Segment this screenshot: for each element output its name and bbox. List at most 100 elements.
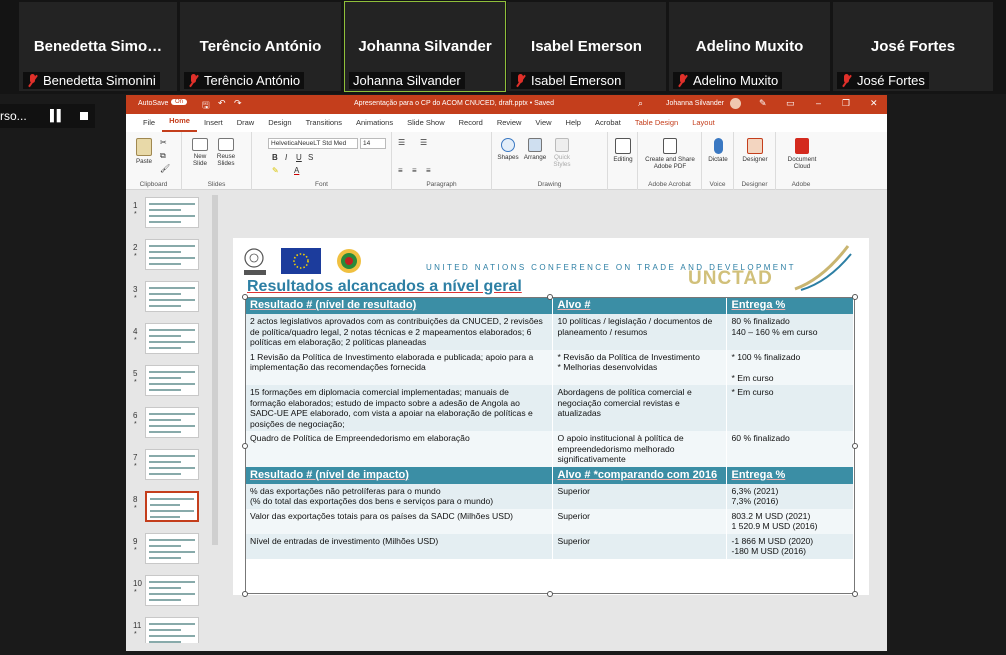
minimize-icon[interactable]: – [816,98,821,108]
participant-name: José Fortes [857,73,925,88]
align-left-icon[interactable]: ≡ [398,166,403,175]
paste-button[interactable]: Paste [132,138,156,165]
user-name[interactable]: Johanna Silvander [666,100,724,107]
font-name-select[interactable]: HelveticaNeueLT Std Med [268,138,358,149]
search-icon[interactable]: ⌕ [638,98,643,109]
pen-icon[interactable]: ✎ [759,98,767,109]
font-color-icon[interactable]: A [294,166,299,175]
bold-icon[interactable]: B [272,153,278,162]
thumbnail-scrollbar[interactable] [212,195,218,545]
group-slides: New Slide Reuse Slides Slides [182,132,252,190]
resize-handle[interactable] [242,294,248,300]
copy-icon[interactable]: ⧉ [160,151,166,161]
designer-button[interactable]: Designer [737,138,773,163]
numbering-icon[interactable]: ☰ [420,138,427,147]
align-center-icon[interactable]: ≡ [412,166,417,175]
slide-thumbnail[interactable] [145,365,199,396]
slide-thumbnail[interactable] [145,407,199,438]
thumbnail-line [149,341,195,343]
stop-icon[interactable] [79,112,88,120]
animation-star-icon: * [134,211,137,218]
close-icon[interactable]: ✕ [870,98,878,109]
font-size-select[interactable]: 14 [360,138,386,149]
tab-slide-show[interactable]: Slide Show [400,118,452,132]
slide-thumbnail[interactable] [145,281,199,312]
pause-icon[interactable]: ▌▌ [50,110,65,122]
participant-tile[interactable]: Terêncio António Terêncio António [180,2,341,91]
tab-file[interactable]: File [136,118,162,132]
slide-thumbnail[interactable] [145,491,199,522]
thumbnail-line [149,287,195,289]
participant-display-name: Johanna Silvander [358,38,492,55]
tab-insert[interactable]: Insert [197,118,230,132]
slide-thumbnail[interactable] [145,323,199,354]
participant-tile[interactable]: Johanna Silvander Johanna Silvander [344,1,506,92]
slide-thumbnail[interactable] [145,239,199,270]
resize-handle[interactable] [547,294,553,300]
shadow-icon[interactable]: S [308,153,313,162]
thumbnail-line [149,293,181,295]
tab-draw[interactable]: Draw [230,118,262,132]
participant-tile[interactable]: Benedetta Simo… Benedetta Simonini [19,2,177,91]
quick-styles-button[interactable]: Quick Styles [550,138,574,168]
participant-name: Adelino Muxito [693,73,779,88]
animation-star-icon: * [134,505,137,512]
align-right-icon[interactable]: ≡ [426,166,431,175]
animation-star-icon: * [134,421,137,428]
avatar[interactable] [730,98,741,109]
autosave-toggle[interactable]: On [171,99,188,105]
ribbon-display-icon[interactable]: ▭ [786,98,795,109]
resize-handle[interactable] [852,294,858,300]
tab-transitions[interactable]: Transitions [299,118,349,132]
slide-thumbnail[interactable] [145,575,199,606]
resize-handle[interactable] [547,591,553,597]
italic-icon[interactable]: I [285,153,287,162]
tab-review[interactable]: Review [490,118,529,132]
slide-thumbnail[interactable] [145,449,199,480]
bullets-icon[interactable]: ☰ [398,138,405,147]
group-designer: Designer Designer [734,132,776,190]
arrange-button[interactable]: Arrange [522,138,548,161]
tab-home[interactable]: Home [162,116,197,132]
resize-handle[interactable] [852,442,858,449]
resize-handle[interactable] [852,591,858,597]
resize-handle[interactable] [242,442,248,449]
undo-icon[interactable]: ↶ [218,98,226,109]
cut-icon[interactable]: ✂ [160,138,167,147]
designer-icon [747,138,763,154]
participant-name: Johanna Silvander [353,73,461,88]
slide-thumbnail[interactable] [145,533,199,564]
slide-thumbnail[interactable] [145,197,199,228]
tab-animations[interactable]: Animations [349,118,400,132]
thumbnail-line [149,209,181,211]
document-cloud-button[interactable]: Document Cloud [780,138,824,170]
format-painter-icon[interactable]: 🖌 [160,164,170,173]
create-share-pdf-button[interactable]: Create and Share Adobe PDF [642,138,698,170]
tab-design[interactable]: Design [261,118,298,132]
maximize-icon[interactable]: ❐ [842,98,850,109]
tab-layout[interactable]: Layout [685,118,722,132]
reuse-slides-button[interactable]: Reuse Slides [214,138,238,167]
tab-record[interactable]: Record [452,118,490,132]
highlight-icon[interactable]: ✎ [272,166,279,175]
tab-acrobat[interactable]: Acrobat [588,118,628,132]
new-slide-button[interactable]: New Slide [188,138,212,167]
tab-table-design[interactable]: Table Design [628,118,685,132]
slide-scrollbar[interactable] [876,191,887,651]
animation-star-icon: * [134,631,137,638]
recording-control[interactable]: rso... ▌▌ [0,104,95,128]
thumbnail-line [150,498,194,500]
editing-button[interactable]: Editing [611,138,635,163]
participant-display-name: José Fortes [870,38,956,55]
underline-icon[interactable]: U [296,153,302,162]
save-icon[interactable]: 🖫 [202,98,210,114]
tab-help[interactable]: Help [559,118,588,132]
participant-tile[interactable]: Adelino Muxito Adelino Muxito [669,2,830,91]
tab-view[interactable]: View [528,118,558,132]
dictate-button[interactable]: Dictate [705,138,731,163]
participant-tile[interactable]: Isabel Emerson Isabel Emerson [507,2,666,91]
resize-handle[interactable] [242,591,248,597]
redo-icon[interactable]: ↷ [234,98,242,109]
participant-tile[interactable]: José Fortes José Fortes [833,2,993,91]
shapes-button[interactable]: Shapes [496,138,520,161]
